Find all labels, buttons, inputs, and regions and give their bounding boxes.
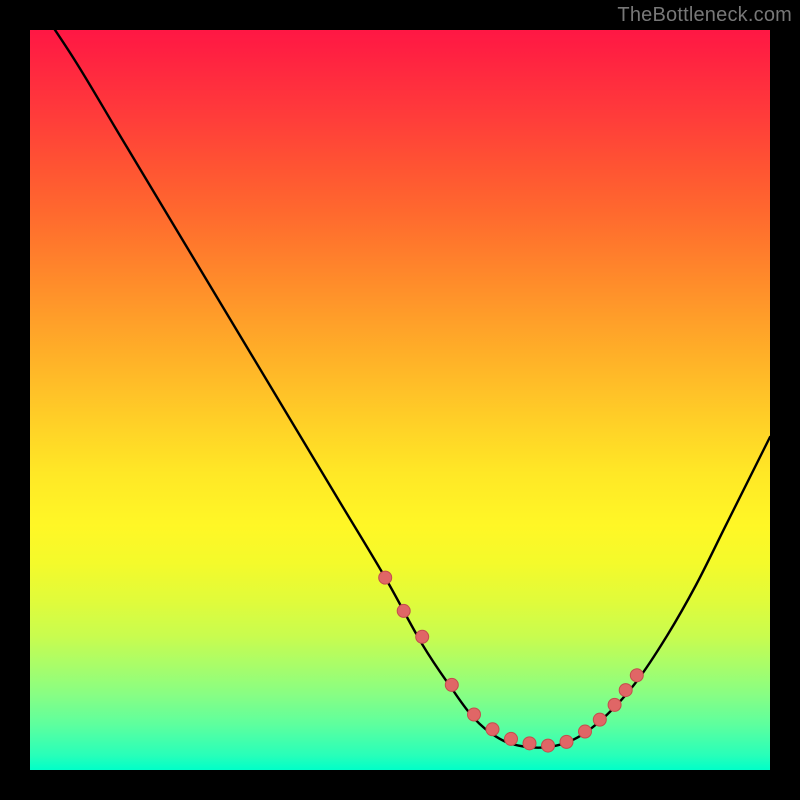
highlight-dot — [542, 739, 555, 752]
watermark-text: TheBottleneck.com — [617, 4, 792, 27]
curve-svg — [30, 30, 770, 770]
highlight-dot — [486, 723, 499, 736]
highlight-dot — [593, 713, 606, 726]
chart-frame: TheBottleneck.com — [0, 0, 800, 800]
highlight-dot — [630, 669, 643, 682]
highlight-dot — [505, 732, 518, 745]
highlight-dot — [445, 678, 458, 691]
highlight-dot — [416, 630, 429, 643]
highlight-dot — [523, 737, 536, 750]
highlight-dot — [379, 571, 392, 584]
highlight-dot — [560, 735, 573, 748]
highlight-dot — [608, 698, 621, 711]
highlight-dot — [397, 604, 410, 617]
plot-area — [30, 30, 770, 770]
bottleneck-curve — [30, 30, 770, 748]
highlight-dot — [468, 708, 481, 721]
highlight-dot — [579, 725, 592, 738]
highlight-dots — [379, 571, 644, 752]
highlight-dot — [619, 684, 632, 697]
